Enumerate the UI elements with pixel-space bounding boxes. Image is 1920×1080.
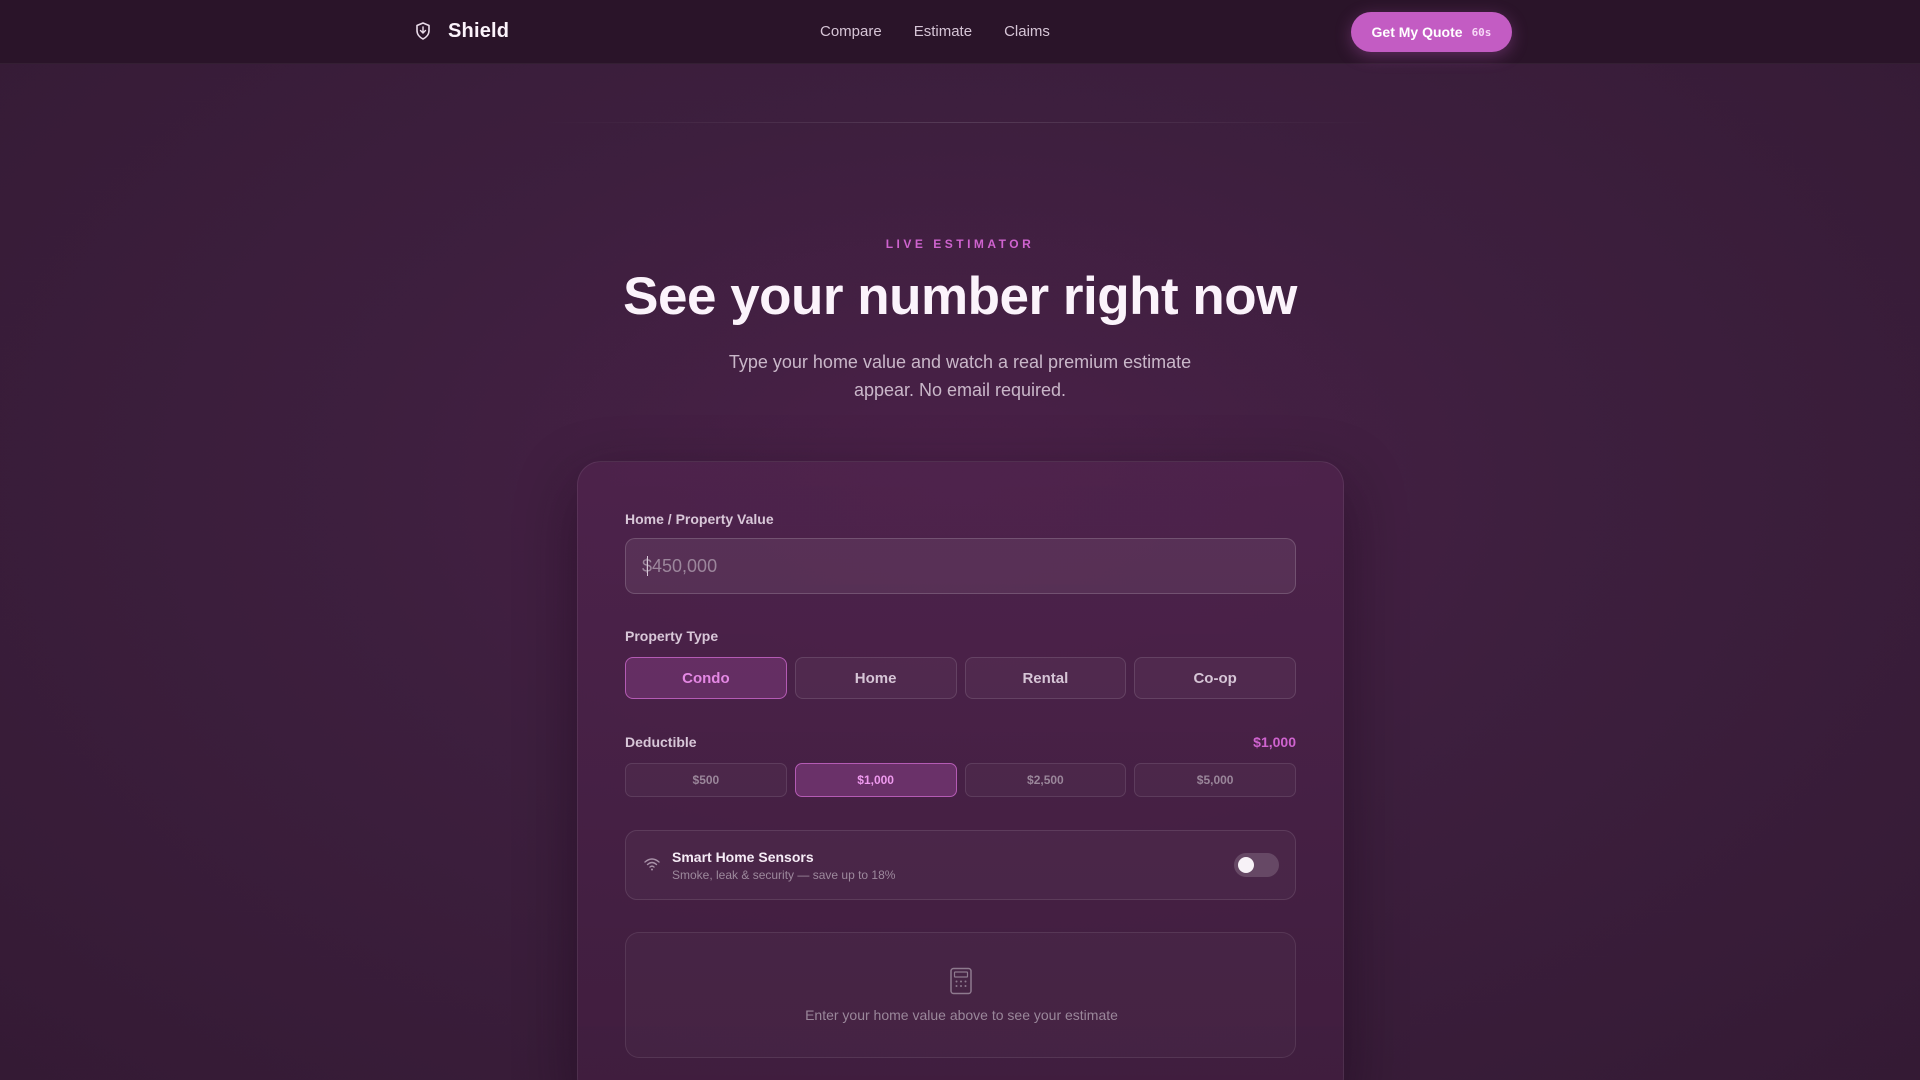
property-type-condo[interactable]: Condo: [625, 657, 787, 699]
deductible-option-2500[interactable]: $2,500: [964, 763, 1127, 797]
top-nav: Shield Compare Estimate Claims Get My Qu…: [0, 0, 1920, 64]
property-type-home[interactable]: Home: [794, 657, 957, 699]
eyebrow-label: LIVE ESTIMATOR: [885, 237, 1035, 251]
sensor-title: Smart Home Sensors: [672, 849, 814, 865]
get-my-quote-button[interactable]: Get My Quote 60s: [1351, 12, 1512, 52]
deductible-option-5000[interactable]: $5,000: [1134, 763, 1296, 797]
smart-sensors-toggle[interactable]: [1234, 853, 1279, 877]
deductible-value: $1,000: [1253, 734, 1296, 750]
home-value-label: Home / Property Value: [625, 511, 774, 527]
brand[interactable]: Shield: [410, 18, 509, 44]
nav-links: Compare Estimate Claims: [820, 23, 1050, 40]
property-type-selector: Condo Home Rental Co-op: [625, 657, 1296, 699]
brand-name: Shield: [448, 19, 510, 42]
page-title: See your number right now: [623, 267, 1297, 326]
calculator-icon: [949, 967, 973, 995]
estimate-result-panel: Enter your home value above to see your …: [625, 932, 1296, 1058]
home-value-input[interactable]: [625, 538, 1296, 594]
nav-link-claims[interactable]: Claims: [1004, 23, 1050, 40]
deductible-selector: $500 $1,000 $2,500 $5,000: [625, 763, 1296, 797]
page-subtitle: Type your home value and watch a real pr…: [728, 352, 1192, 400]
nav-link-compare[interactable]: Compare: [820, 23, 882, 40]
property-type-label: Property Type: [625, 628, 719, 644]
estimate-empty-message: Enter your home value above to see your …: [805, 1007, 1118, 1023]
wifi-icon: [643, 855, 661, 873]
toggle-knob: [1238, 857, 1254, 873]
deductible-option-1000[interactable]: $1,000: [794, 763, 957, 797]
get-my-quote-label: Get My Quote: [1371, 24, 1463, 40]
smart-sensors-option: Smart Home Sensors Smoke, leak & securit…: [625, 830, 1296, 900]
hero-divider: [540, 122, 1380, 123]
deductible-option-500[interactable]: $500: [625, 763, 787, 797]
shield-icon: [410, 18, 436, 44]
sensor-subtitle: Smoke, leak & security — save up to 18%: [672, 868, 896, 882]
property-type-rental[interactable]: Rental: [964, 657, 1127, 699]
nav-link-estimate[interactable]: Estimate: [914, 23, 972, 40]
deductible-label: Deductible: [625, 734, 697, 750]
property-type-co-op[interactable]: Co-op: [1134, 657, 1296, 699]
quote-timer-badge: 60s: [1471, 25, 1492, 39]
input-caret: [647, 556, 648, 576]
estimator-card: Home / Property Value Property Type Cond…: [577, 461, 1344, 1080]
